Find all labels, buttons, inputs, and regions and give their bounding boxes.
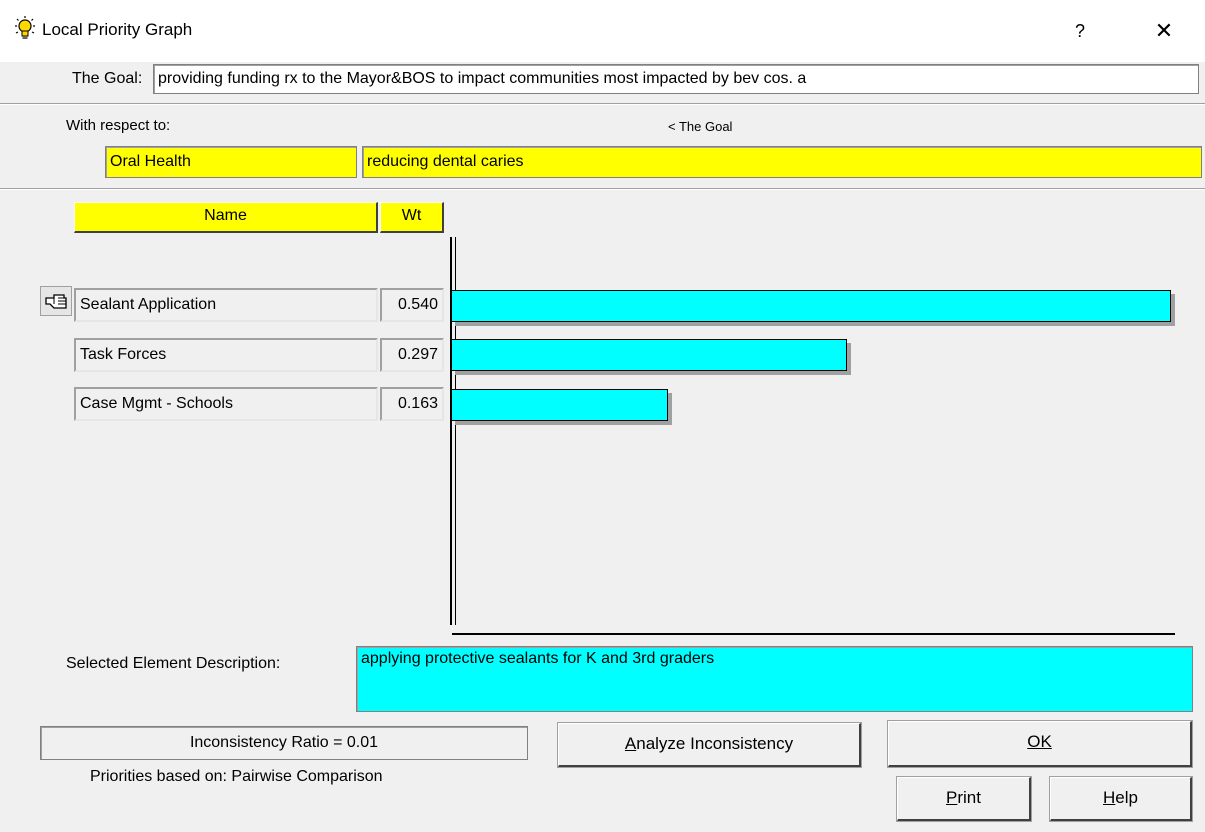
separator (0, 103, 1205, 105)
bar-sealant-application[interactable] (451, 290, 1171, 322)
with-respect-to-label: With respect to: (66, 117, 171, 134)
context-help-button[interactable]: ? (1060, 14, 1100, 48)
hand-pointer-icon (40, 286, 72, 316)
row-name-sealant-application[interactable]: Sealant Application (74, 288, 378, 322)
row-weight-case-mgmt-schools: 0.163 (380, 387, 444, 421)
bar-task-forces[interactable] (451, 339, 847, 371)
inconsistency-ratio: Inconsistency Ratio = 0.01 (40, 726, 528, 760)
close-button[interactable]: ✕ (1140, 14, 1188, 48)
row-weight-task-forces: 0.297 (380, 338, 444, 372)
priorities-basis: Priorities based on: Pairwise Comparison (90, 768, 383, 785)
help-button[interactable]: Help (1049, 776, 1193, 822)
lightbulb-icon (15, 16, 35, 39)
help-button-label: elp (1115, 788, 1138, 807)
parent-node-name: Oral Health (105, 146, 357, 178)
print-button[interactable]: Print (896, 776, 1032, 822)
row-name-task-forces[interactable]: Task Forces (74, 338, 378, 372)
description-field[interactable]: applying protective sealants for K and 3… (356, 646, 1193, 712)
description-label: Selected Element Description: (66, 655, 281, 672)
parent-node-description: reducing dental caries (362, 146, 1202, 178)
ok-button[interactable]: OK (887, 720, 1193, 768)
goal-field[interactable]: providing funding rx to the Mayor&BOS to… (153, 64, 1199, 94)
bar-case-mgmt-schools[interactable] (451, 389, 668, 421)
row-weight-sealant-application: 0.540 (380, 288, 444, 322)
separator (0, 188, 1205, 190)
hierarchy-path: < The Goal (668, 119, 733, 134)
goal-label: The Goal: (72, 70, 143, 87)
name-column-header[interactable]: Name (74, 202, 378, 233)
ok-button-label: OK (1027, 732, 1052, 751)
chart-baseline (452, 633, 1175, 635)
print-button-label: rint (957, 788, 981, 807)
window-title: Local Priority Graph (42, 20, 193, 39)
row-name-case-mgmt-schools[interactable]: Case Mgmt - Schools (74, 387, 378, 421)
analyze-inconsistency-button[interactable]: Analyze Inconsistency (557, 722, 862, 768)
weight-column-header[interactable]: Wt (380, 202, 444, 233)
analyze-button-label: nalyze Inconsistency (636, 734, 794, 753)
